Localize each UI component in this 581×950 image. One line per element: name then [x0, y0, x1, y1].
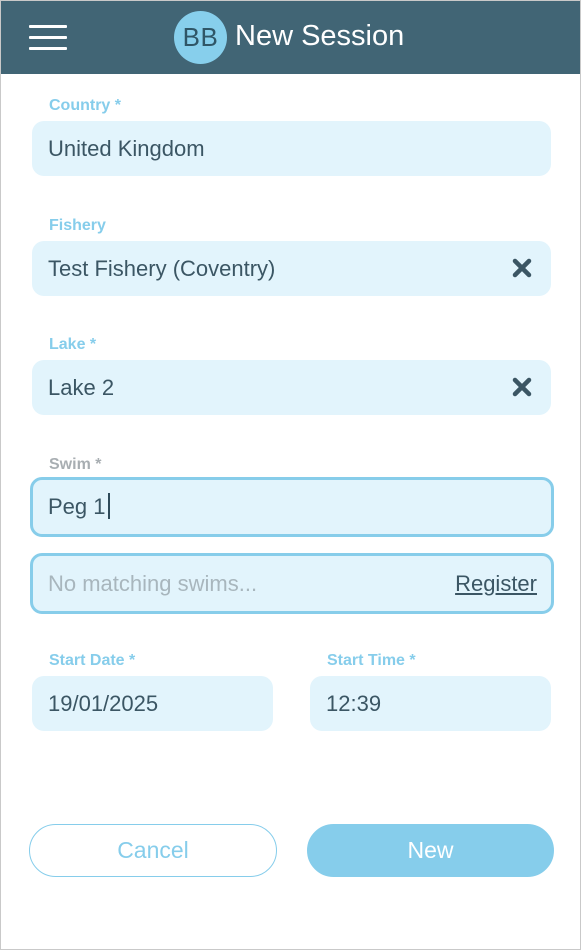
fishery-label: Fishery: [49, 217, 106, 234]
start-date-label: Start Date *: [49, 652, 136, 669]
swim-input-value: Peg 1: [48, 494, 106, 519]
hamburger-menu-icon[interactable]: [29, 25, 67, 51]
swim-input[interactable]: Peg 1: [30, 477, 554, 537]
clear-fishery-icon[interactable]: [511, 257, 533, 279]
register-swim-link[interactable]: Register: [455, 556, 537, 611]
swim-label: Swim *: [49, 456, 102, 473]
lake-value: Lake 2: [48, 375, 115, 400]
fishery-select[interactable]: Test Fishery (Coventry): [32, 241, 551, 296]
app-screen: BB New Session Country * United Kingdom …: [0, 0, 581, 950]
swim-suggestion-box: No matching swims... Register: [30, 553, 554, 614]
start-time-input[interactable]: 12:39: [310, 676, 551, 731]
fishery-value: Test Fishery (Coventry): [48, 256, 276, 281]
no-matching-swims-text: No matching swims...: [48, 571, 258, 596]
lake-select[interactable]: Lake 2: [32, 360, 551, 415]
start-time-value: 12:39: [326, 691, 382, 716]
country-value: United Kingdom: [48, 136, 205, 161]
lake-label: Lake *: [49, 336, 97, 353]
start-time-label: Start Time *: [327, 652, 416, 669]
text-caret: [107, 493, 110, 519]
app-header: BB New Session: [1, 1, 580, 74]
app-logo: BB: [174, 11, 227, 64]
start-date-value: 19/01/2025: [48, 691, 159, 716]
new-session-button[interactable]: New: [307, 824, 554, 877]
page-title: New Session: [235, 20, 405, 52]
clear-lake-icon[interactable]: [511, 376, 533, 398]
country-select[interactable]: United Kingdom: [32, 121, 551, 176]
start-date-input[interactable]: 19/01/2025: [32, 676, 273, 731]
cancel-button[interactable]: Cancel: [29, 824, 277, 877]
country-label: Country *: [49, 97, 121, 114]
